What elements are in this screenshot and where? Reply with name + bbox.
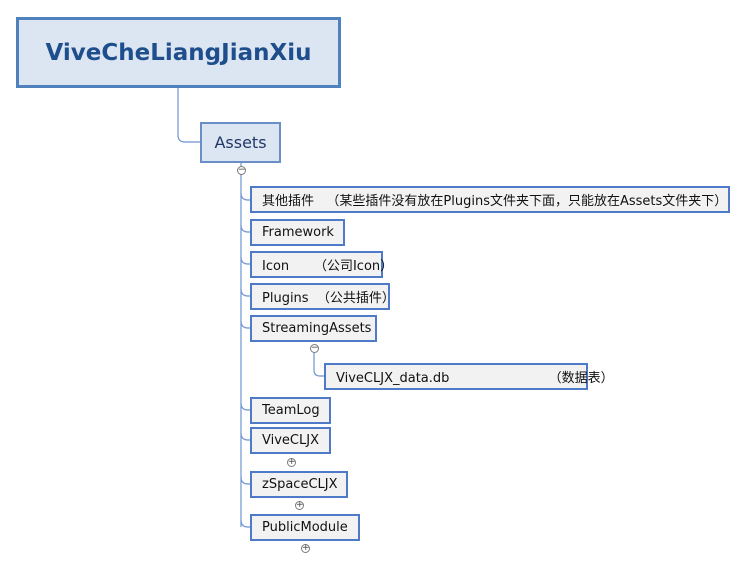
collapse-toggle-icon[interactable]: − xyxy=(237,166,246,175)
mind-map-canvas: ViveCheLiangJianXiu Assets − 其他插件 （某些插件没… xyxy=(0,0,747,569)
topic-icon[interactable]: Icon （公司Icon） xyxy=(250,251,393,278)
expand-toggle-icon[interactable]: + xyxy=(301,544,310,553)
topic-plugins[interactable]: Plugins （公共插件） xyxy=(250,283,395,310)
expand-toggle-icon[interactable]: + xyxy=(287,458,296,467)
expand-toggle-icon[interactable]: + xyxy=(295,501,304,510)
assets-topic[interactable]: Assets xyxy=(200,122,281,163)
topic-publicmodule[interactable]: PublicModule xyxy=(250,514,360,541)
topic-vivecljx-data-db[interactable]: ViveCLJX_data.db （数据表） xyxy=(324,363,614,390)
topic-vivecljx[interactable]: ViveCLJX xyxy=(250,427,331,454)
topic-framework[interactable]: Framework xyxy=(250,219,345,246)
collapse-toggle-icon[interactable]: − xyxy=(310,344,319,353)
topic-zspacecljx[interactable]: zSpaceCLJX xyxy=(250,471,348,498)
root-topic[interactable]: ViveCheLiangJianXiu xyxy=(16,17,341,88)
topic-teamlog[interactable]: TeamLog xyxy=(250,397,331,424)
topic-streaming-assets[interactable]: StreamingAssets xyxy=(250,315,377,342)
topic-other-plugins[interactable]: 其他插件 （某些插件没有放在Plugins文件夹下面，只能放在Assets文件夹… xyxy=(250,186,730,213)
